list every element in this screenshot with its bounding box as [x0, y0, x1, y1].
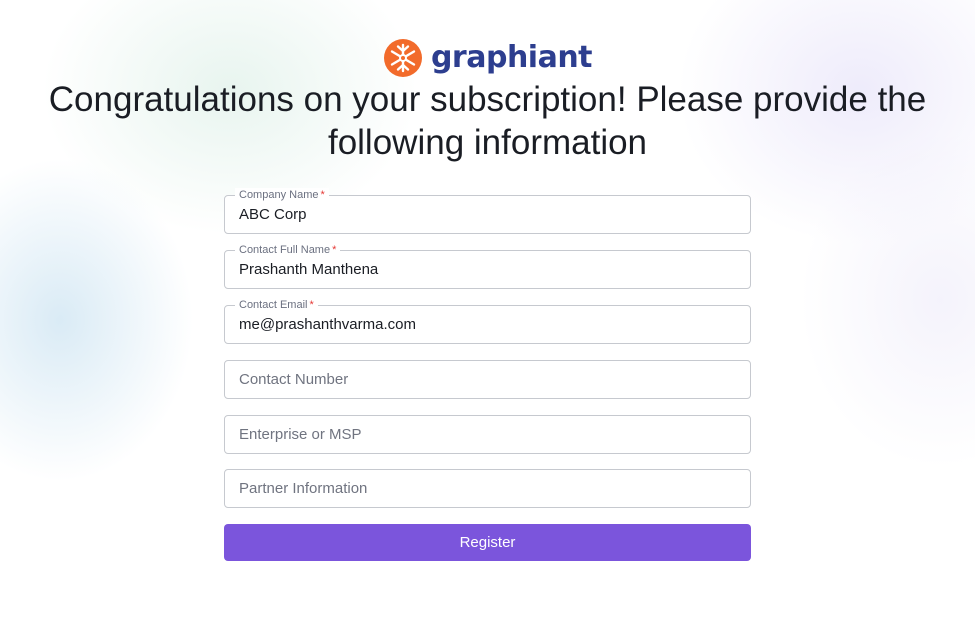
partner-information-input[interactable] [225, 470, 750, 507]
contact-full-name-input[interactable] [225, 251, 750, 288]
page-title: Congratulations on your subscription! Pl… [48, 80, 927, 162]
registration-page: graphiant Congratulations on your subscr… [0, 0, 975, 638]
brand-name: graphiant [430, 40, 593, 75]
graphiant-logo-icon [383, 39, 422, 77]
brand-logo: graphiant [0, 38, 975, 78]
contact-full-name-field-container: Contact Full Name * [224, 243, 751, 289]
enterprise-or-msp-field-container [224, 415, 751, 454]
contact-number-input[interactable] [225, 361, 750, 398]
contact-number-field-container [224, 360, 751, 399]
contact-email-field-container: Contact Email * [224, 298, 751, 344]
partner-information-field-container [224, 469, 751, 508]
company-name-field-container: Company Name * [224, 188, 751, 234]
enterprise-or-msp-input[interactable] [225, 416, 750, 453]
contact-email-input[interactable] [225, 306, 750, 343]
company-name-input[interactable] [225, 196, 750, 233]
register-button[interactable]: Register [224, 524, 751, 561]
